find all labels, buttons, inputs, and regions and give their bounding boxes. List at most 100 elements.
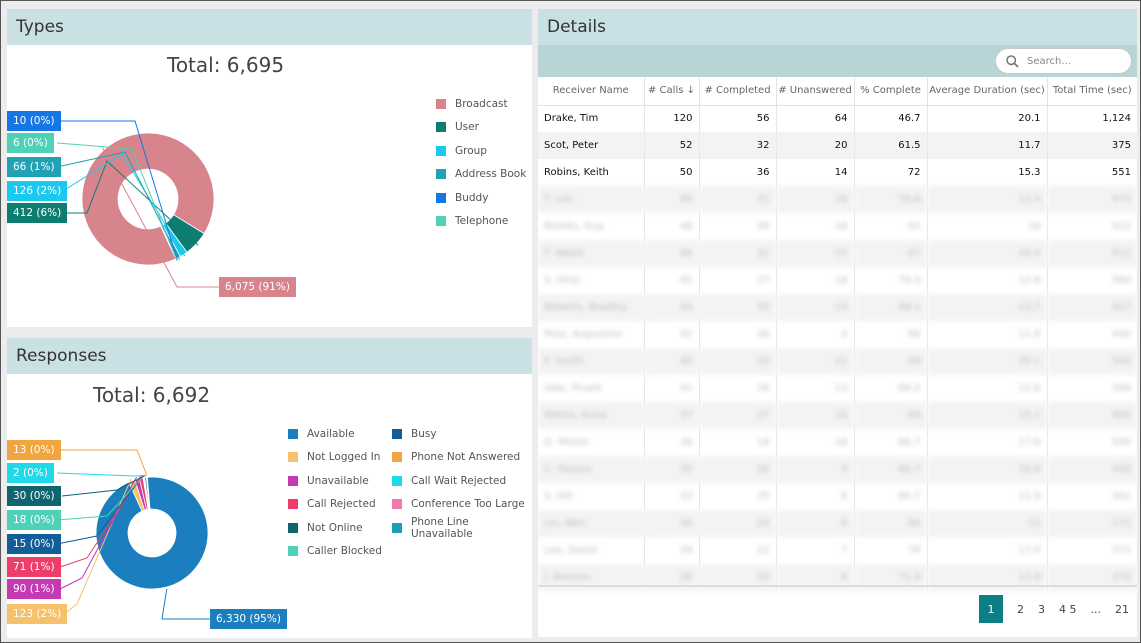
column-header-total-time-sec[interactable]: Total Time (sec): [1047, 77, 1137, 106]
table-cell: 4: [776, 321, 855, 348]
legend-item-phone-line-unavailable[interactable]: Phone Line Unavailable: [392, 516, 528, 540]
table-cell: 12.4: [927, 186, 1048, 213]
search-input[interactable]: [1027, 55, 1117, 67]
legend-item-caller-blocked[interactable]: Caller Blocked: [288, 540, 392, 564]
table-cell: 41: [644, 375, 700, 402]
legend-item-call-wait-rejected[interactable]: Call Wait Rejected: [392, 469, 528, 493]
legend-label: Call Rejected: [307, 498, 376, 511]
table-cell: 18: [776, 186, 855, 213]
legend-label: Address Book: [455, 168, 527, 181]
receiver-name-cell: S. Hirst: [538, 267, 645, 294]
legend-label: Available: [307, 427, 355, 440]
table-cell: 11.9: [927, 483, 1048, 510]
table-cell: 511: [1047, 240, 1137, 267]
table-row[interactable]: Pete, Augustine 42 38 4 90 11.8 440: [538, 321, 1137, 348]
legend-item-buddy[interactable]: Buddy: [436, 186, 526, 210]
legend-label: Not Logged In: [307, 451, 381, 464]
table-cell: 390: [1111, 383, 1131, 394]
legend-item-user[interactable]: User: [436, 116, 526, 140]
table-cell: 372: [1111, 545, 1131, 556]
table-row[interactable]: G. Moore 36 18 18 66.7 17.6 550: [538, 429, 1137, 456]
table-cell: 10: [776, 402, 855, 429]
table-cell: 45: [644, 267, 700, 294]
table-row[interactable]: P. Smith 40 19 21 48 20.1 500: [538, 348, 1137, 375]
table-cell: 67: [854, 240, 928, 267]
table-cell: 440: [1111, 329, 1131, 340]
table-cell: 120: [644, 105, 700, 132]
table-cell: 68.2: [854, 375, 928, 402]
callout-line: [56, 472, 147, 477]
legend-item-broadcast[interactable]: Broadcast: [436, 92, 526, 116]
table-cell: 72: [854, 159, 928, 186]
table-row[interactable]: Roberts, Bradley 44 30 14 68.1 13.7 427: [538, 294, 1137, 321]
receiver-name-cell: C. Haines: [538, 456, 645, 483]
legend-item-call-rejected[interactable]: Call Rejected: [288, 493, 392, 517]
table-row[interactable]: T. Lee 49 31 18 70.6 12.4 470: [538, 186, 1137, 213]
table-row[interactable]: Lee, David 29 22 7 76 17.6 372: [538, 537, 1137, 564]
table-row[interactable]: Scot, Peter 52 32 20 61.5 11.7 375: [538, 132, 1137, 159]
search-box[interactable]: [995, 48, 1132, 74]
page-link[interactable]: 21: [1115, 603, 1129, 616]
table-row[interactable]: T. Walsh 46 31 15 67 20.4 511: [538, 240, 1137, 267]
legend-item-address-book[interactable]: Address Book: [436, 163, 526, 187]
table-cell: 38: [699, 321, 777, 348]
legend-item-unavailable[interactable]: Unavailable: [288, 469, 392, 493]
table-cell: 171: [1047, 510, 1137, 537]
table-cell: 450: [1047, 456, 1137, 483]
column-header-receiver-name[interactable]: Receiver Name: [538, 77, 645, 106]
responses-panel: Responses Total: 6,692 Available Busy Not …: [7, 338, 532, 638]
column-header-complete[interactable]: % Complete: [854, 77, 928, 106]
table-cell: 580: [1111, 275, 1131, 286]
table-row[interactable]: Mehta, Anna 37 27 10 69 15.1 406: [538, 402, 1137, 429]
legend-item-not-online[interactable]: Not Online: [288, 516, 392, 540]
donut-slice-6-330-95[interactable]: [95, 476, 209, 590]
table-cell: 9: [776, 456, 855, 483]
table-cell: 61.5: [854, 132, 928, 159]
table-cell: 52: [644, 132, 700, 159]
table-cell: 48: [854, 348, 928, 375]
legend-item-busy[interactable]: Busy: [392, 422, 528, 446]
table-row[interactable]: Brooks, Guy 48 30 18 62 18 512: [538, 213, 1137, 240]
table-cell: 18: [776, 267, 855, 294]
pagination-divider: [538, 585, 1137, 587]
table-cell: 29: [644, 537, 700, 564]
legend-item-group[interactable]: Group: [436, 139, 526, 163]
table-cell: 28: [699, 375, 777, 402]
details-panel: Details Receiver Name# Calls ↓# Complete…: [538, 9, 1137, 637]
legend-item-available[interactable]: Available: [288, 422, 392, 446]
table-cell: 76: [854, 537, 928, 564]
column-header-completed[interactable]: # Completed: [699, 77, 777, 106]
table-cell: 18: [776, 429, 855, 456]
table-cell: 8: [776, 483, 855, 510]
table-cell: 46.7: [854, 105, 928, 132]
page-link[interactable]: 3: [1038, 603, 1045, 616]
table-row[interactable]: C. Haines 35 26 9 66.7 18.8 450: [538, 456, 1137, 483]
table-row[interactable]: Lin, Wen 30 24 6 80 12 171: [538, 510, 1137, 537]
table-cell: 13: [776, 375, 855, 402]
table-row[interactable]: S. Hill 33 25 8 85.7 11.9 301: [538, 483, 1137, 510]
table-cell: 6: [776, 510, 855, 537]
legend-swatch: [436, 122, 446, 133]
table-cell: 470: [1047, 186, 1137, 213]
table-cell: 32: [699, 132, 777, 159]
legend-item-conference-too-large[interactable]: Conference Too Large: [392, 493, 528, 517]
column-header-calls[interactable]: # Calls ↓: [644, 77, 700, 106]
column-header-unanswered[interactable]: # Unanswered: [776, 77, 855, 106]
table-row[interactable]: S. Hirst 45 27 18 70.4 12.6 580: [538, 267, 1137, 294]
page-current[interactable]: 1: [979, 595, 1003, 623]
table-row[interactable]: Drake, Tim 120 56 64 46.7 20.1 1,124: [538, 105, 1137, 132]
legend-item-not-logged-in[interactable]: Not Logged In: [288, 446, 392, 470]
page-link[interactable]: 4 5: [1059, 603, 1077, 616]
legend-swatch: [436, 169, 446, 180]
table-cell: 80: [854, 510, 928, 537]
table-cell: 17.6: [927, 537, 1048, 564]
legend-label: User: [455, 121, 479, 134]
legend-label: Broadcast: [455, 97, 508, 110]
page-link[interactable]: 2: [1017, 603, 1024, 616]
table-cell: 500: [1047, 348, 1137, 375]
legend-item-telephone[interactable]: Telephone: [436, 210, 526, 234]
table-row[interactable]: Robins, Keith 50 36 14 72 15.3 551: [538, 159, 1137, 186]
column-header-average-duration-sec[interactable]: Average Duration (sec): [927, 77, 1048, 106]
table-row[interactable]: Vale, Pruett 41 28 13 68.2 11.6 390: [538, 375, 1137, 402]
legend-item-phone-not-answered[interactable]: Phone Not Answered: [392, 446, 528, 470]
